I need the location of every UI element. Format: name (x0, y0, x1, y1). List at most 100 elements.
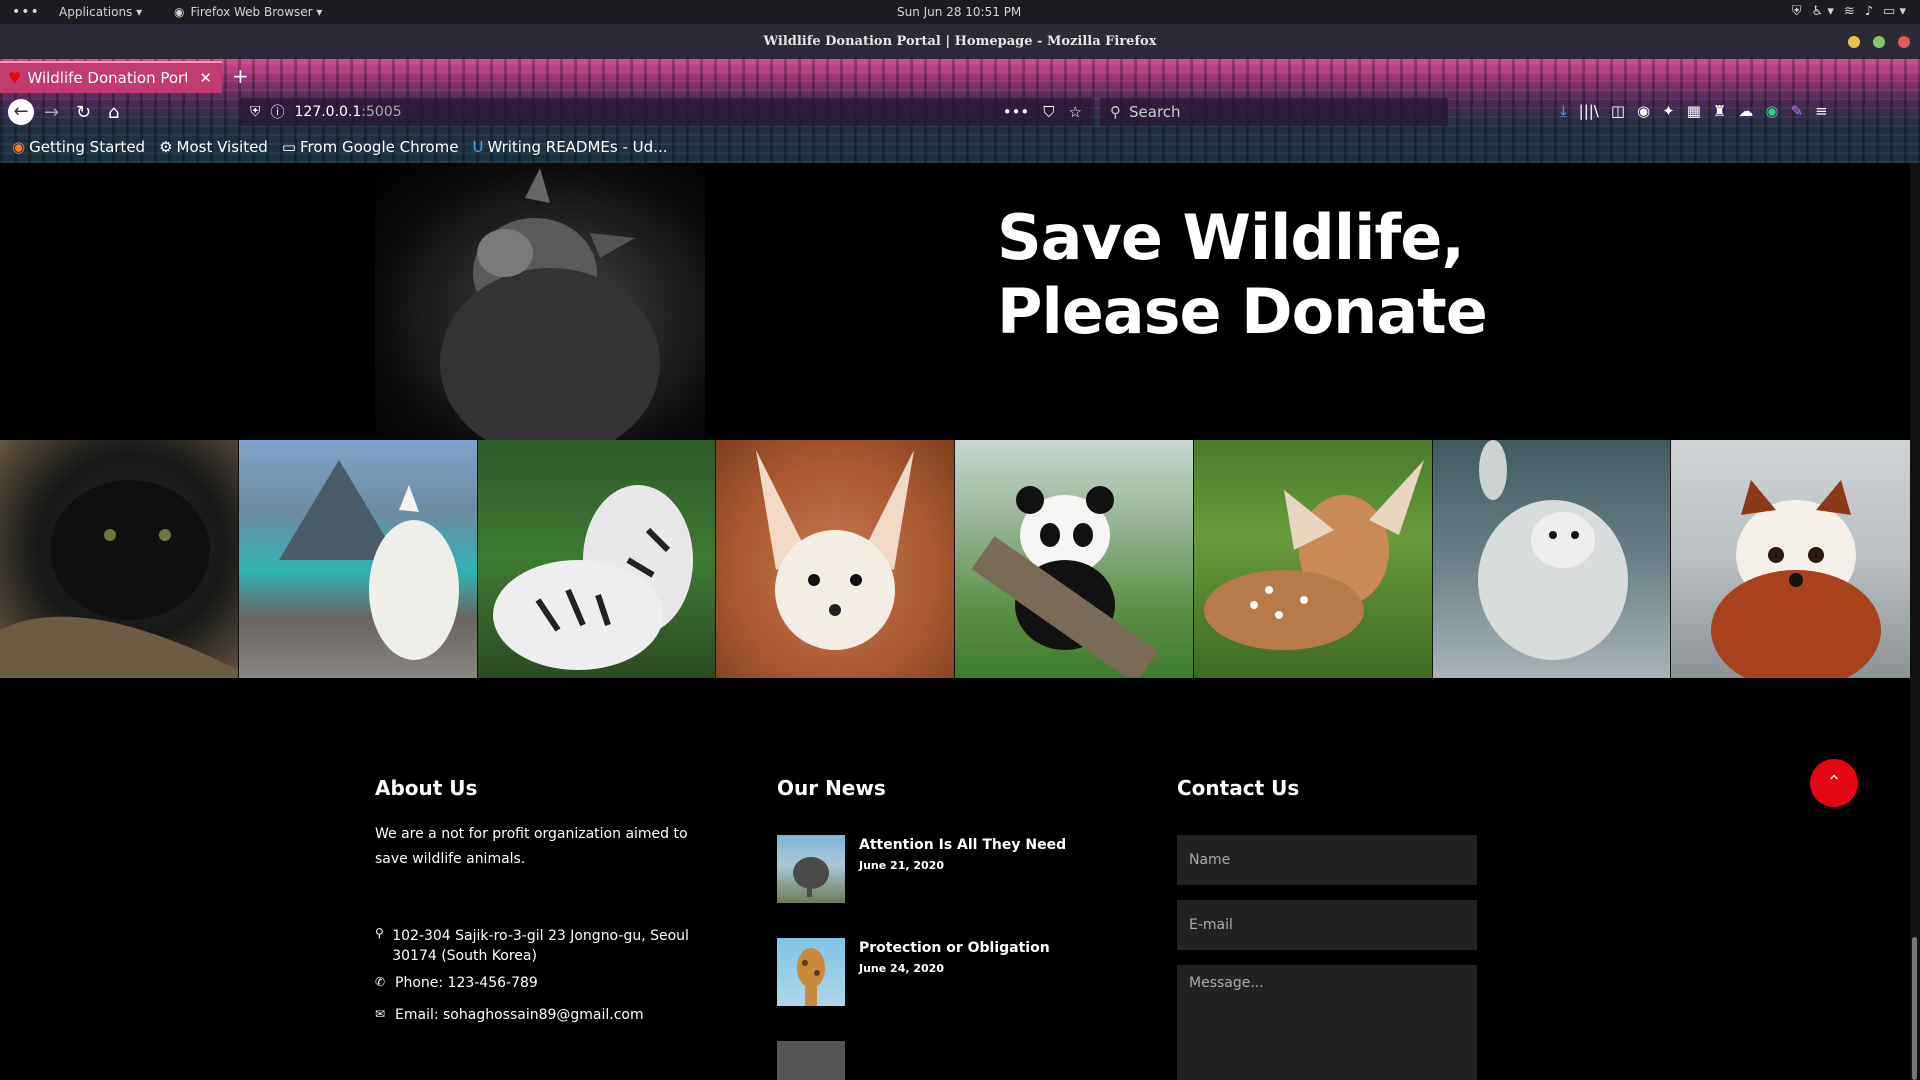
news-item[interactable]: Protection or Obligation June 24, 2020 (777, 938, 1050, 1006)
address-text: 102-304 Sajik-ro-3-gil 23 Jongno-gu, Seo… (392, 928, 689, 964)
applications-menu[interactable]: Applications ▾ (59, 5, 142, 19)
bookmark-label: Most Visited (176, 138, 268, 156)
firefox-icon: ◉ (174, 5, 185, 19)
bookmark-label: Getting Started (29, 138, 146, 156)
name-input[interactable]: Name (1177, 835, 1477, 885)
minimize-button[interactable] (1848, 36, 1860, 48)
email-line: ✉ Email: sohaghossain89@gmail.com (375, 1007, 644, 1023)
bookmark-getting-started[interactable]: ◉ Getting Started (12, 138, 145, 156)
message-textarea[interactable]: Message... (1177, 965, 1477, 1080)
location-pin-icon: ⚲ (375, 926, 384, 940)
gallery-white-wolf[interactable] (238, 440, 478, 678)
news-title: Our News (777, 776, 886, 800)
new-tab-button[interactable]: + (232, 64, 249, 88)
downloads-icon[interactable]: ⤓ (1560, 102, 1567, 120)
news-item-title[interactable]: Protection or Obligation (859, 940, 1050, 956)
search-bar[interactable]: ⚲ Search (1100, 98, 1448, 126)
giraffe-thumbnail[interactable] (777, 938, 845, 1006)
about-text: We are a not for profit organization aim… (375, 826, 688, 867)
battery-icon[interactable]: ▭ ▾ (1883, 4, 1906, 19)
news-item-partial[interactable] (777, 1041, 845, 1080)
activities-dots-icon[interactable]: ••• (12, 4, 40, 20)
volume-icon[interactable]: ♪ (1865, 4, 1873, 19)
search-placeholder: Search (1129, 103, 1181, 121)
search-icon: ⚲ (1110, 103, 1121, 121)
accessibility-icon[interactable]: ♿ ▾ (1812, 4, 1834, 19)
hero-section: Save Wildlife, Please Donate (0, 163, 1910, 458)
gallery-white-tigers[interactable] (477, 440, 717, 678)
gallery-sea-otter[interactable] (1432, 440, 1672, 678)
bookmark-most-visited[interactable]: ⚙ Most Visited (159, 138, 268, 156)
phone-icon: ✆ (375, 975, 386, 989)
gallery-panda[interactable] (955, 440, 1194, 678)
tracking-shield-icon[interactable]: ⛨ (250, 104, 261, 120)
news-thumbnail-partial[interactable] (777, 1041, 845, 1080)
firefox-app-label: Firefox Web Browser ▾ (190, 5, 323, 19)
bookmark-from-google-chrome[interactable]: ▭ From Google Chrome (282, 138, 459, 156)
hero-title: Save Wildlife, Please Donate (997, 201, 1488, 348)
page-scrollbar[interactable] (1910, 163, 1920, 1080)
navigation-toolbar: ← → ↻ ⌂ ⛨ ⓘ 127.0.0.1:5005 ••• ⛉ ☆ ⚲ Sea… (0, 93, 1920, 131)
news-item[interactable]: Attention Is All They Need June 21, 2020 (777, 835, 1066, 903)
library-icon[interactable]: |||\ (1579, 102, 1599, 120)
active-tab[interactable]: ♥ Wildlife Donation Portal ✕ (0, 61, 222, 93)
wifi-icon[interactable]: ≋ (1844, 4, 1855, 19)
reload-button[interactable]: ↻ (76, 102, 91, 123)
email-input[interactable]: E-mail (1177, 900, 1477, 950)
message-placeholder: Message... (1189, 975, 1264, 991)
address-line: ⚲ 102-304 Sajik-ro-3-gil 23 Jongno-gu, S… (375, 926, 735, 966)
udacity-icon: U (472, 138, 484, 156)
maximize-button[interactable] (1873, 36, 1885, 48)
phone-text: Phone: 123-456-789 (395, 975, 538, 991)
pocket-icon[interactable]: ⛉ (1043, 103, 1054, 121)
clock[interactable]: Sun Jun 28 10:51 PM (897, 5, 1021, 19)
chevron-up-icon: ⌃ (1826, 772, 1842, 793)
bookmarks-toolbar: ◉ Getting Started ⚙ Most Visited ▭ From … (0, 131, 1920, 163)
system-tray[interactable]: ⛨ ♿ ▾ ≋ ♪ ▭ ▾ (1792, 4, 1906, 19)
bookmark-label: Writing READMEs - Ud... (487, 138, 668, 156)
extension-ghost-icon[interactable]: ♜ (1713, 102, 1726, 120)
lynx-hero-image (375, 163, 705, 458)
grammarly-icon[interactable]: ◉ (1765, 102, 1778, 120)
animal-gallery (0, 440, 1910, 678)
mail-icon: ✉ (375, 1007, 386, 1021)
firefox-app-menu[interactable]: ◉ Firefox Web Browser ▾ (174, 5, 322, 19)
menu-icon[interactable]: ≡ (1815, 102, 1828, 120)
gear-icon: ⚙ (159, 138, 173, 156)
elephant-thumbnail[interactable] (777, 835, 845, 903)
gallery-red-panda[interactable] (1671, 440, 1910, 678)
gallery-fennec-fox[interactable] (716, 440, 955, 678)
sidebar-icon[interactable]: ◫ (1611, 102, 1625, 120)
url-actions: ••• ⛉ ☆ (1003, 103, 1082, 121)
url-host: 127.0.0.1 (294, 104, 362, 120)
window-title: Wildlife Donation Portal | Homepage - Mo… (763, 34, 1157, 49)
close-window-button[interactable] (1898, 36, 1910, 48)
window-title-bar: Wildlife Donation Portal | Homepage - Mo… (0, 24, 1920, 59)
site-info-icon[interactable]: ⓘ (271, 102, 285, 122)
tab-strip: ♥ Wildlife Donation Portal ✕ + (0, 59, 1920, 93)
firefox-bookmark-icon: ◉ (12, 138, 26, 156)
account-icon[interactable]: ◉ (1637, 102, 1650, 120)
browser-chrome: ♥ Wildlife Donation Portal ✕ + ← → ↻ ⌂ ⛨… (0, 59, 1920, 163)
extension-colorful-icon[interactable]: ▦ (1687, 102, 1701, 120)
extension-icon[interactable]: ✦ (1662, 102, 1675, 120)
shield-tray-icon[interactable]: ⛨ (1792, 4, 1802, 19)
forward-button[interactable]: → (44, 102, 59, 123)
url-bar[interactable]: ⛨ ⓘ 127.0.0.1:5005 ••• ⛉ ☆ (240, 98, 1092, 126)
home-button[interactable]: ⌂ (108, 102, 119, 123)
tab-close-icon[interactable]: ✕ (199, 69, 212, 87)
gallery-black-panther[interactable] (0, 440, 239, 678)
back-button[interactable]: ← (8, 99, 34, 125)
extension-cloud-icon[interactable]: ☁ (1738, 102, 1753, 120)
bookmark-writing-readmes[interactable]: U Writing READMEs - Ud... (472, 138, 667, 156)
system-top-bar: ••• Applications ▾ ◉ Firefox Web Browser… (0, 0, 1920, 24)
name-placeholder: Name (1189, 852, 1231, 868)
gallery-fawn[interactable] (1193, 440, 1433, 678)
extension-pen-icon[interactable]: ✎ (1790, 102, 1803, 120)
back-to-top-button[interactable]: ⌃ (1810, 759, 1858, 807)
news-item-title[interactable]: Attention Is All They Need (859, 837, 1066, 853)
phone-line: ✆ Phone: 123-456-789 (375, 975, 538, 991)
page-actions-icon[interactable]: ••• (1003, 103, 1030, 121)
bookmark-star-icon[interactable]: ☆ (1069, 103, 1082, 121)
scrollbar-thumb[interactable] (1912, 937, 1917, 1080)
